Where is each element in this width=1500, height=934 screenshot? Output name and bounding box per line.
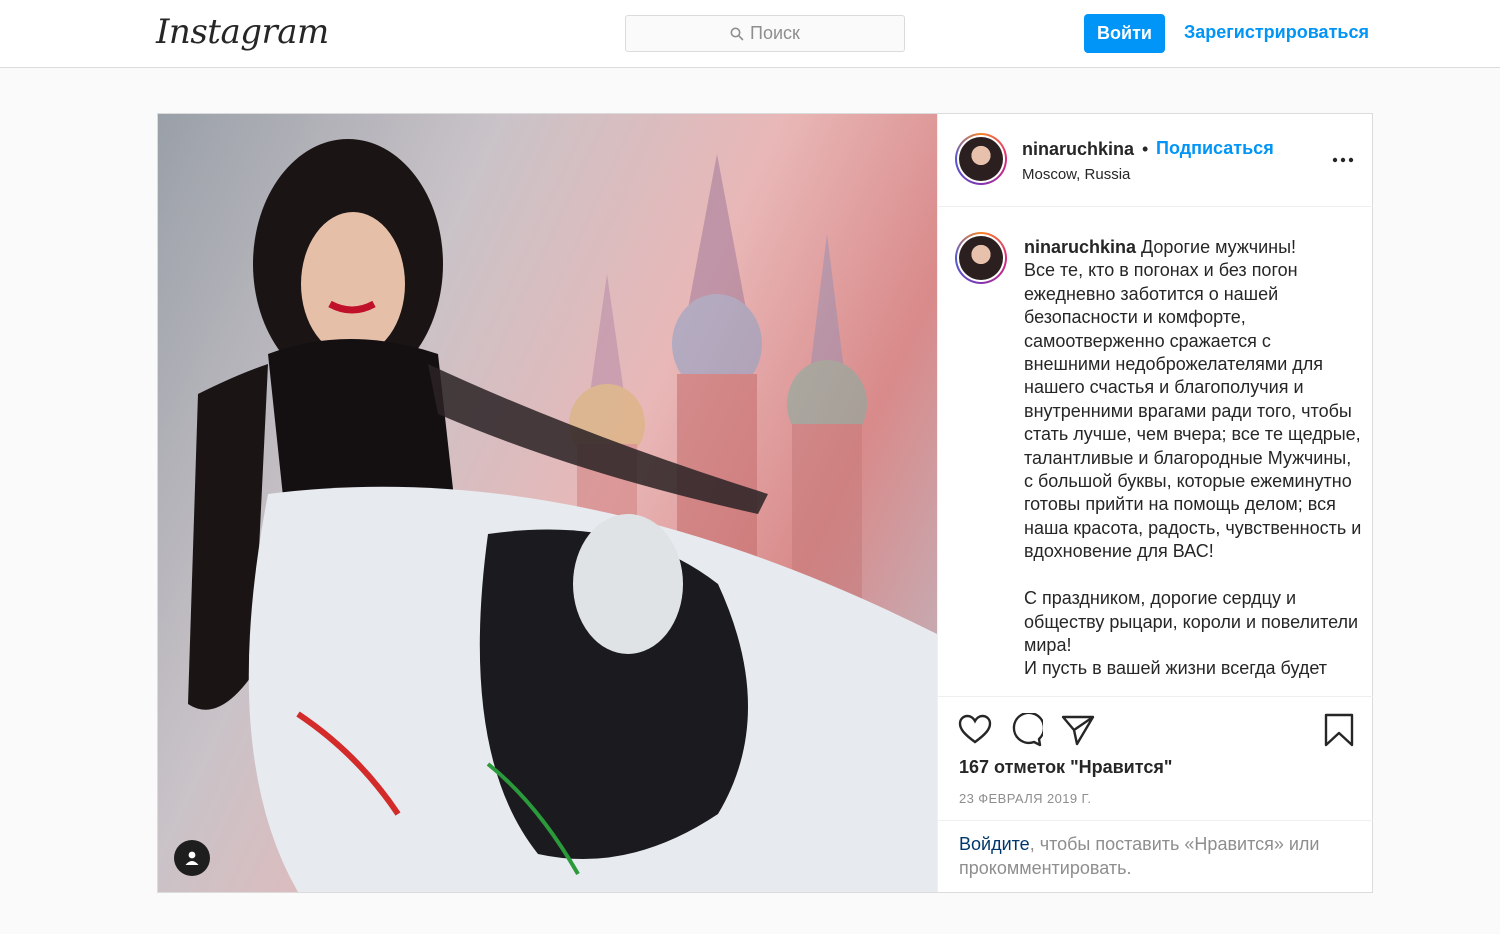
post-header: ninaruchkina • Подписаться Moscow, Russi… <box>938 114 1373 207</box>
user-tag-icon <box>185 851 199 865</box>
top-navigation-bar: Instagram Поиск Войти Зарегистрироваться <box>0 0 1500 68</box>
caption-body: Дорогие мужчины! Все те, кто в погонах и… <box>1024 237 1362 679</box>
post-date[interactable]: 23 ФЕВРАЛЯ 2019 Г. <box>959 791 1091 806</box>
post-location[interactable]: Moscow, Russia <box>1022 166 1130 183</box>
search-input[interactable]: Поиск <box>625 15 905 52</box>
more-options-icon[interactable] <box>1332 156 1354 164</box>
caption-text: ninaruchkina Дорогие мужчины! Все те, кт… <box>1024 236 1362 681</box>
search-icon <box>730 27 744 40</box>
post-username[interactable]: ninaruchkina <box>1022 139 1134 160</box>
bookmark-icon[interactable] <box>1322 713 1356 747</box>
login-link[interactable]: Войдите <box>959 834 1030 854</box>
caption-area[interactable]: ninaruchkina Дорогие мужчины! Все те, кт… <box>938 208 1373 696</box>
avatar[interactable] <box>955 133 1007 185</box>
follow-button[interactable]: Подписаться <box>1156 138 1274 159</box>
post-photo[interactable] <box>158 114 937 892</box>
signup-link[interactable]: Зарегистрироваться <box>1184 22 1369 43</box>
search-placeholder: Поиск <box>750 23 800 43</box>
login-button[interactable]: Войти <box>1084 14 1165 53</box>
comment-icon[interactable] <box>1009 713 1043 747</box>
caption-username[interactable]: ninaruchkina <box>1024 237 1136 257</box>
separator-dot: • <box>1142 139 1149 159</box>
user-tag-button[interactable] <box>174 840 210 876</box>
likes-count[interactable]: 167 отметок "Нравится" <box>959 757 1172 778</box>
woman-figure-illustration <box>188 139 937 892</box>
post-card: ninaruchkina • Подписаться Moscow, Russi… <box>157 113 1373 893</box>
post-actions: 167 отметок "Нравится" 23 ФЕВРАЛЯ 2019 Г… <box>938 696 1373 820</box>
caption-avatar[interactable] <box>955 232 1007 284</box>
post-sidebar: ninaruchkina • Подписаться Moscow, Russi… <box>937 114 1373 892</box>
send-icon[interactable] <box>1061 713 1095 747</box>
instagram-logo[interactable]: Instagram <box>156 12 329 52</box>
heart-icon[interactable] <box>958 713 992 747</box>
login-prompt: Войдите, чтобы поставить «Нравится» или … <box>938 820 1373 892</box>
